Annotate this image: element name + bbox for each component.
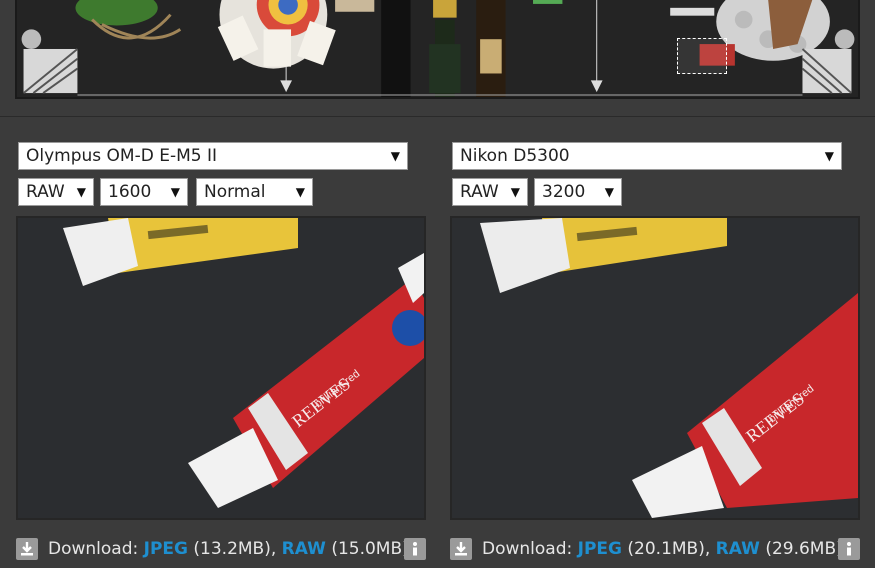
sample-crop-image[interactable]: REEVES brilliant red [16,216,426,520]
caret-down-icon: ▼ [170,185,180,199]
camera-select[interactable]: Nikon D5300 ▼ [452,142,842,170]
download-text: Download: JPEG (13.2MB), RAW (15.0MB) [48,536,409,562]
caret-down-icon: ▼ [390,149,400,163]
info-icon[interactable] [838,538,860,560]
section-divider [0,116,875,117]
paint-tubes-image: REEVES brilliant red [452,218,858,518]
caret-down-icon: ▼ [295,185,305,199]
raw-size: (29.6MB) [765,539,843,559]
bottles [381,0,506,97]
jpeg-download-link[interactable]: JPEG [144,539,188,559]
camera-select[interactable]: Olympus OM-D E-M5 II ▼ [18,142,408,170]
mode-select-value: Normal [204,182,266,202]
crop-region-marker[interactable] [677,38,727,74]
format-select-value: RAW [460,182,499,202]
download-label: Download: [482,539,573,559]
color-wheel-cards [217,0,336,69]
download-icon[interactable] [450,538,472,560]
iso-select[interactable]: 3200 ▼ [534,178,622,206]
scene-overview[interactable] [15,0,860,99]
camera-select-value: Nikon D5300 [460,146,570,166]
iso-select[interactable]: 1600 ▼ [100,178,188,206]
jpeg-download-link[interactable]: JPEG [578,539,622,559]
iso-select-value: 1600 [108,182,152,202]
info-icon[interactable] [404,538,426,560]
mode-select[interactable]: Normal ▼ [196,178,313,206]
download-row: Download: JPEG (13.2MB), RAW (15.0MB) [16,536,426,562]
jpeg-size: (20.1MB), [627,539,711,559]
format-select[interactable]: RAW ▼ [18,178,94,206]
caret-down-icon: ▼ [510,185,520,199]
format-select[interactable]: RAW ▼ [452,178,528,206]
paint-tubes-image: REEVES brilliant red [18,218,424,518]
raw-download-link[interactable]: RAW [282,539,326,559]
caret-down-icon: ▼ [76,185,86,199]
download-icon[interactable] [16,538,38,560]
caret-down-icon: ▼ [824,149,834,163]
iso-select-value: 3200 [542,182,586,202]
sample-crop-image[interactable]: REEVES brilliant red [450,216,860,520]
caret-down-icon: ▼ [604,185,614,199]
raw-download-link[interactable]: RAW [716,539,760,559]
jpeg-size: (13.2MB), [193,539,277,559]
download-row: Download: JPEG (20.1MB), RAW (29.6MB) [450,536,860,562]
download-text: Download: JPEG (20.1MB), RAW (29.6MB) [482,536,843,562]
scene-overview-image [21,0,855,97]
download-label: Download: [48,539,139,559]
raw-size: (15.0MB) [331,539,409,559]
camera-select-value: Olympus OM-D E-M5 II [26,146,218,166]
format-select-value: RAW [26,182,65,202]
